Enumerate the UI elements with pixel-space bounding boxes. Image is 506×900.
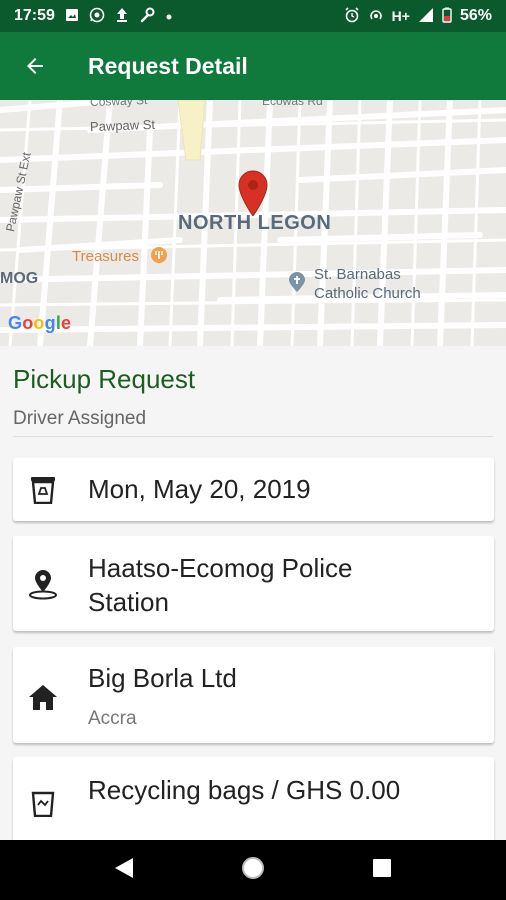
request-date: Mon, May 20, 2019 xyxy=(88,474,311,504)
recycle-bin-icon xyxy=(27,474,59,506)
network-type: H+ xyxy=(391,8,410,24)
status-time: 17:59 xyxy=(14,7,55,24)
location-line1: Haatso-Ecomog Police xyxy=(88,553,353,583)
item-card: Recycling bags / GHS 0.00 xyxy=(13,757,494,840)
map-place-label: Treasures xyxy=(72,248,139,265)
alarm-icon xyxy=(344,7,360,25)
wrench-icon xyxy=(139,7,155,25)
app-bar: Request Detail xyxy=(0,32,506,100)
upload-icon xyxy=(115,7,129,25)
recycle-bag-icon xyxy=(27,787,59,819)
battery-percent: 56% xyxy=(459,7,492,24)
company-name: Big Borla Ltd xyxy=(88,663,237,693)
request-status: Driver Assigned xyxy=(13,408,147,429)
signal-icon xyxy=(418,7,434,25)
map-place-label: MOG xyxy=(0,270,39,287)
triangle-back-icon xyxy=(114,857,133,878)
location-pin-icon xyxy=(27,568,59,600)
image-icon xyxy=(65,8,79,24)
map-place-label: St. Barnabas xyxy=(314,266,401,283)
page-title: Request Detail xyxy=(88,52,248,79)
item-description: Recycling bags / GHS 0.00 xyxy=(88,775,401,805)
divider xyxy=(13,436,493,437)
google-logo: Google xyxy=(8,313,72,333)
request-detail-content[interactable]: Pickup Request Driver Assigned Mon, May … xyxy=(0,346,506,840)
dot-icon xyxy=(165,9,173,23)
map-view[interactable]: Cosway St Ecowas Rd Pawpaw St Pawpaw St … xyxy=(0,100,506,346)
back-button[interactable] xyxy=(0,32,70,100)
system-nav-bar xyxy=(0,840,506,900)
whatsapp-icon xyxy=(89,7,105,25)
request-title: Pickup Request xyxy=(13,364,196,394)
map-street-label: Pawpaw St xyxy=(89,116,156,135)
company-card: Big Borla Ltd Accra xyxy=(13,647,494,743)
status-bar: 17:59 H+ 56% xyxy=(0,0,506,32)
nav-recents-button[interactable] xyxy=(371,857,393,884)
square-recents-icon xyxy=(373,858,392,877)
company-city: Accra xyxy=(88,708,137,729)
map-place-label: Catholic Church xyxy=(314,285,421,302)
arrow-left-icon xyxy=(27,58,43,74)
nav-home-button[interactable] xyxy=(240,855,266,886)
location-card: Haatso-Ecomog Police Station xyxy=(13,536,494,631)
home-icon xyxy=(27,681,59,713)
nav-back-button[interactable] xyxy=(113,856,135,885)
hotspot-icon xyxy=(368,7,384,25)
battery-icon xyxy=(442,7,452,25)
location-line2: Station xyxy=(88,587,169,617)
map-street-label: Ecowas Rd xyxy=(262,100,323,108)
circle-home-icon xyxy=(241,856,264,879)
date-card: Mon, May 20, 2019 xyxy=(13,458,494,521)
